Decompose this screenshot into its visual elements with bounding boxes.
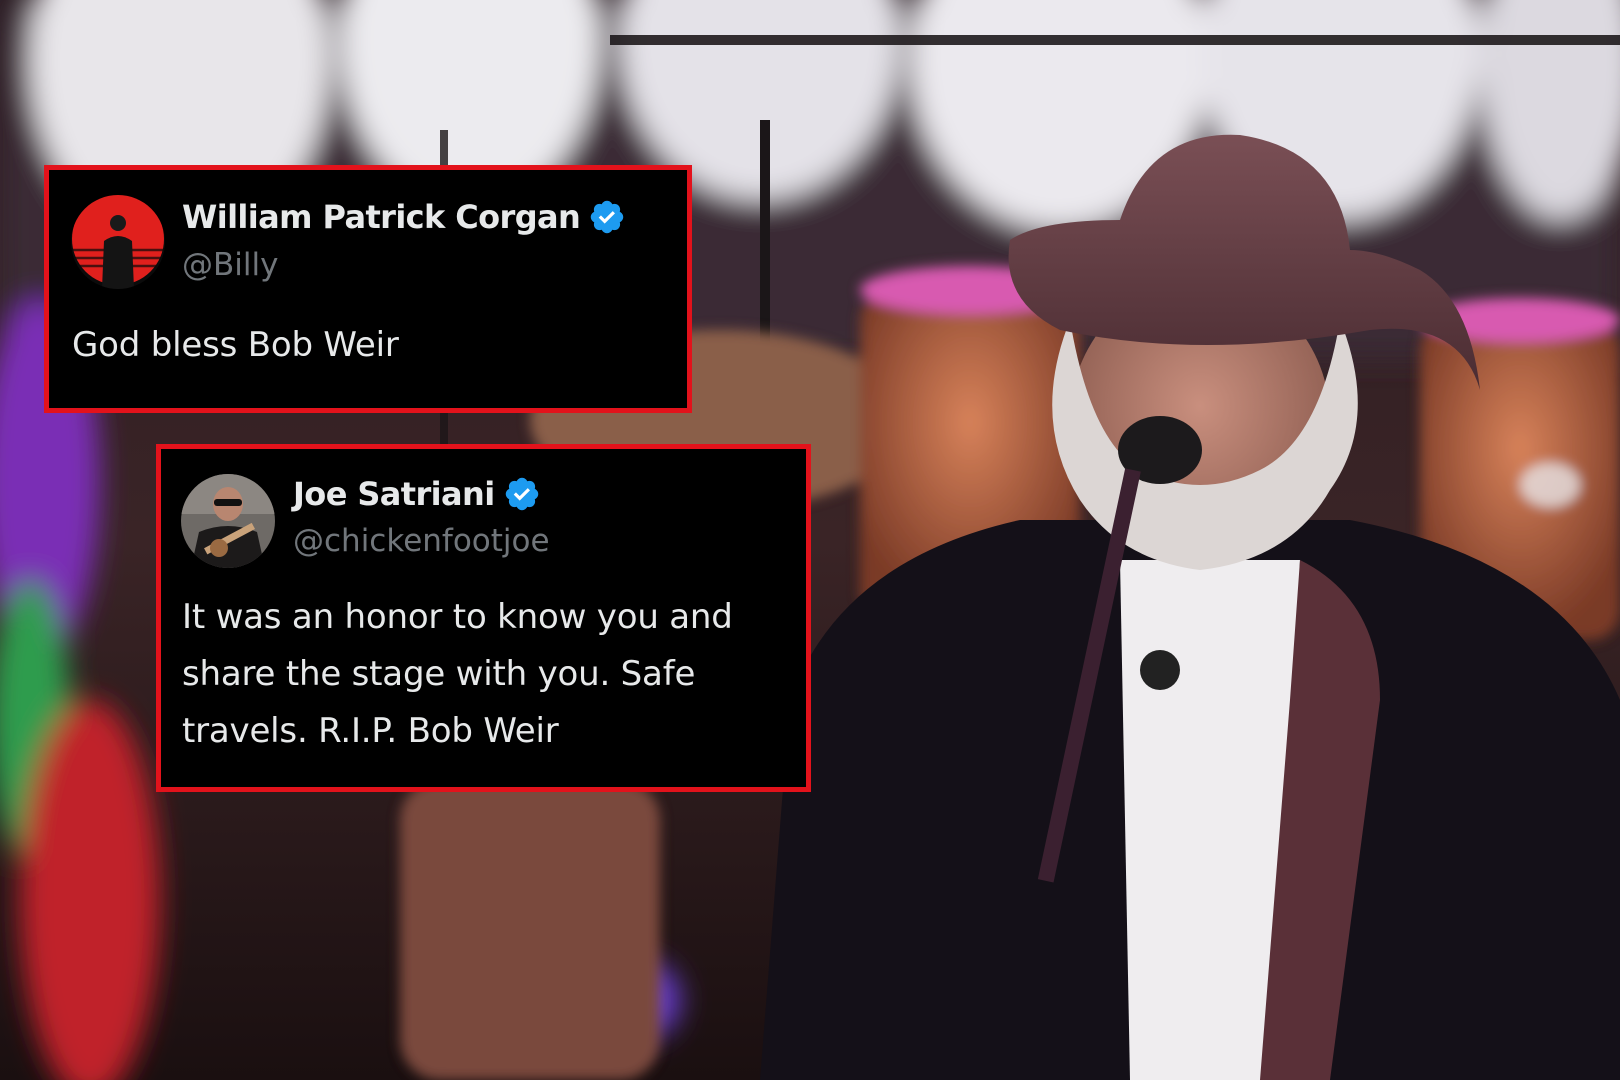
handle[interactable]: @chickenfootjoe	[293, 523, 550, 559]
handle[interactable]: @Billy	[182, 247, 278, 283]
tweet-card-corgan: William Patrick Corgan @Billy God bless …	[44, 165, 692, 413]
tweet-text: It was an honor to know you and share th…	[182, 597, 733, 751]
tweet-text: God bless Bob Weir	[72, 325, 399, 365]
display-name[interactable]: William Patrick Corgan	[182, 198, 581, 236]
avatar[interactable]	[71, 195, 165, 289]
guitarist-photo-avatar-icon	[181, 474, 275, 568]
avatar[interactable]	[181, 474, 275, 568]
display-name[interactable]: Joe Satriani	[293, 475, 495, 513]
verified-badge-icon	[590, 200, 624, 234]
red-sun-silhouette-avatar-icon	[71, 195, 165, 289]
verified-badge-icon	[505, 477, 538, 511]
tweet-card-satriani: Joe Satriani @chickenfootjoe It was an h…	[156, 444, 811, 792]
